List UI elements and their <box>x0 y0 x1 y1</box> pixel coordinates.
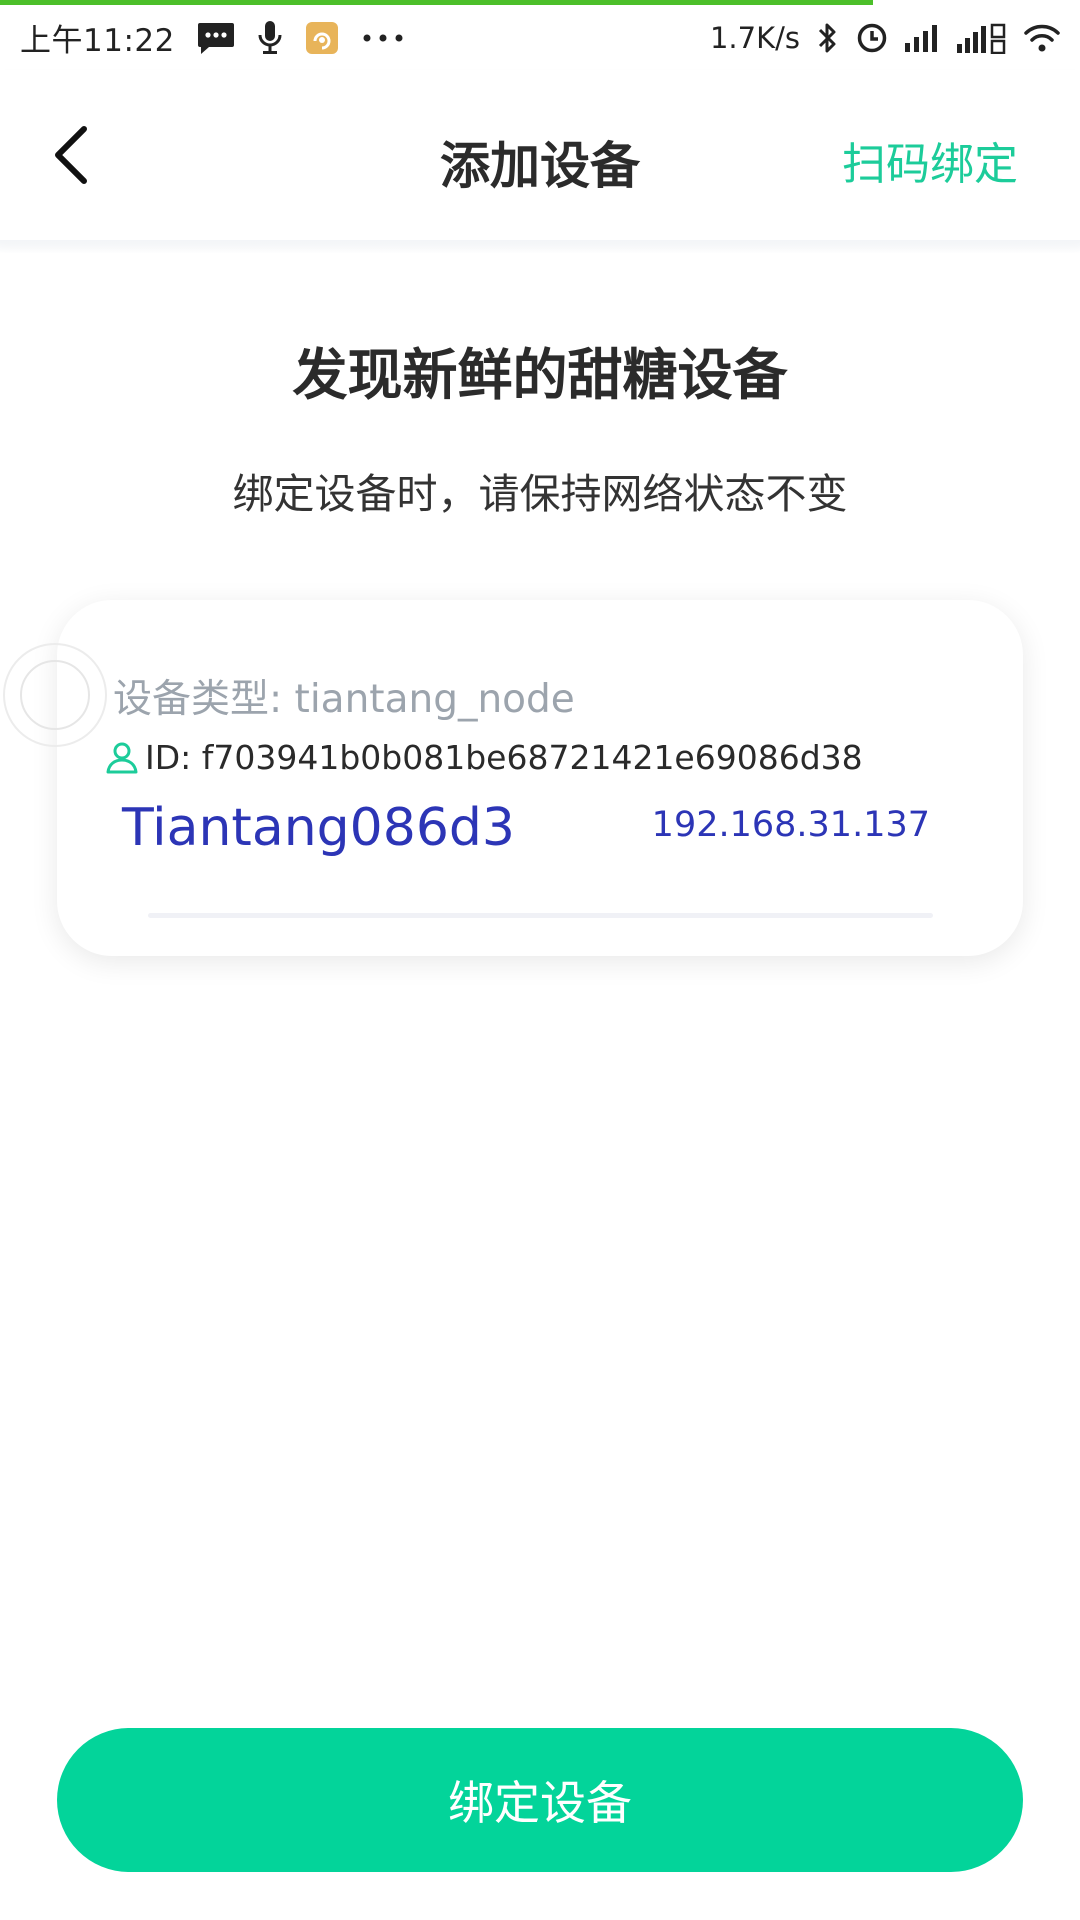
device-type-label: 设备类型: tiantang_node <box>113 677 575 722</box>
network-speed: 1.7K/s <box>709 20 800 55</box>
alarm-icon <box>856 22 888 54</box>
device-select-radio[interactable] <box>3 643 107 747</box>
network-hint: 绑定设备时，请保持网络状态不变 <box>232 470 848 518</box>
status-bar: 上午11:22 1.7K/s <box>0 5 1080 70</box>
more-dots-icon <box>361 32 405 44</box>
status-bar-left: 上午11:22 <box>20 15 427 60</box>
signal-4g-icon <box>956 22 1008 54</box>
device-name: Tiantang086d3 <box>122 798 515 858</box>
discover-heading: 发现新鲜的甜糖设备 <box>292 343 788 407</box>
device-id: ID: f703941b0b081be68721421e69086d38 <box>145 738 863 777</box>
user-icon <box>106 742 138 773</box>
screen: 上午11:22 1.7K/s 添加设备 扫码绑定 发现新鲜的甜糖设备 绑定设备时… <box>0 0 1080 1920</box>
radio-inner-ring <box>20 660 90 730</box>
card-divider <box>148 913 933 918</box>
status-time: 上午11:22 <box>20 23 175 59</box>
device-ip: 192.168.31.137 <box>651 805 930 845</box>
bind-device-button[interactable]: 绑定设备 <box>57 1728 1023 1872</box>
app-notification-icon <box>305 21 339 55</box>
message-icon <box>197 21 235 55</box>
nav-divider <box>0 240 1080 254</box>
status-bar-right: 1.7K/s <box>710 21 1060 55</box>
device-id-row: ID: f703941b0b081be68721421e69086d38 <box>105 738 863 777</box>
wifi-icon <box>1024 23 1060 53</box>
device-card[interactable] <box>57 600 1023 956</box>
scan-bind-button[interactable]: 扫码绑定 <box>842 128 1018 192</box>
nav-bar: 添加设备 扫码绑定 <box>0 70 1080 240</box>
bluetooth-icon <box>816 21 840 55</box>
microphone-icon <box>257 20 283 56</box>
signal-icon <box>904 23 940 53</box>
